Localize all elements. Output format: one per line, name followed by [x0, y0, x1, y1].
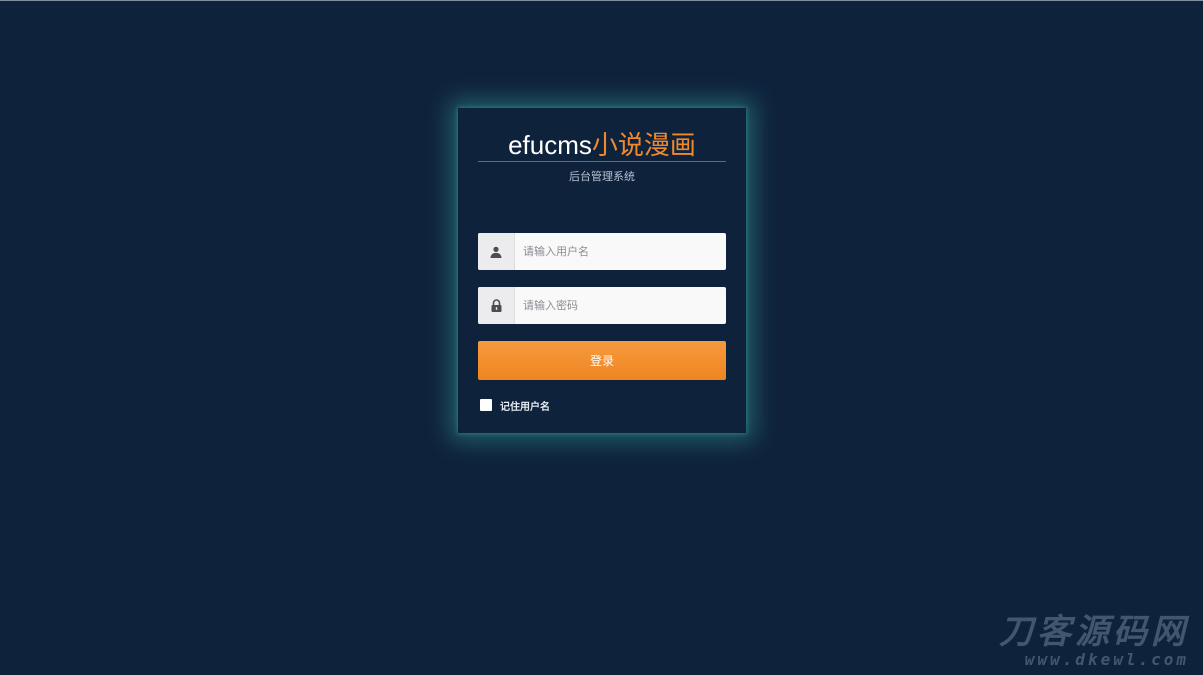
- remember-username[interactable]: 记住用户名: [480, 398, 550, 413]
- user-icon: [478, 233, 515, 270]
- password-field: [478, 287, 726, 324]
- top-border-line: [0, 0, 1203, 1]
- login-card: efucms小说漫画 后台管理系统 登录 记住用户名: [458, 108, 746, 433]
- password-input[interactable]: [515, 288, 726, 323]
- title-divider: [478, 161, 726, 162]
- remember-username-label: 记住用户名: [500, 401, 550, 413]
- brand-title-cn: 小说漫画: [591, 130, 696, 160]
- subtitle: 后台管理系统: [569, 170, 635, 183]
- login-button[interactable]: 登录: [478, 341, 726, 380]
- username-input[interactable]: [515, 234, 726, 269]
- remember-username-checkbox[interactable]: [480, 399, 492, 411]
- watermark-text: 刀客源码网: [999, 612, 1189, 652]
- brand-title-en: efucms: [508, 130, 592, 160]
- watermark-url: www.dkewl.com: [1024, 650, 1189, 669]
- watermark: 刀客源码网 www.dkewl.com: [999, 613, 1189, 669]
- username-field: [478, 233, 726, 270]
- lock-icon: [478, 287, 515, 324]
- brand-title: efucms小说漫画: [458, 130, 746, 160]
